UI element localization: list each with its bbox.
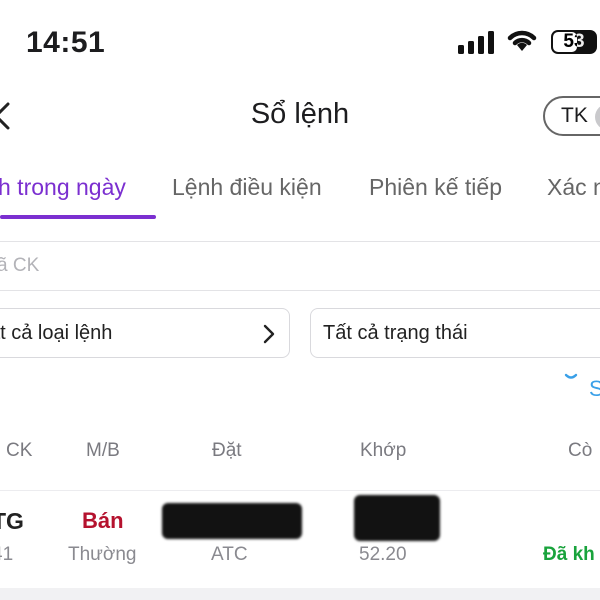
battery-level-text: 53: [563, 31, 585, 52]
tab-intraday[interactable]: h trong ngày: [0, 174, 126, 201]
tab-confirm[interactable]: Xác n: [547, 174, 600, 201]
row-price-type: ATC: [211, 544, 248, 565]
tab-conditional-orders[interactable]: Lệnh điều kiện: [172, 174, 322, 201]
account-toggle-button[interactable]: TK: [543, 96, 600, 136]
status-value: Tất cả trạng thái: [323, 322, 468, 344]
row-order-id: 41: [0, 544, 14, 565]
row-order-type: Thường: [68, 544, 137, 565]
row-side: Bán: [82, 508, 124, 533]
symbol-search-field: [0, 241, 600, 291]
chevron-right-icon: [263, 324, 275, 344]
order-book-screen: 14:51 53 Sổ lệnh TK h trong ngày Lệnh đi…: [0, 0, 600, 600]
column-remaining: Cò: [568, 440, 593, 461]
toggle-knob: [595, 104, 600, 130]
row-match-price: 52.20: [359, 544, 407, 565]
status-time: 14:51: [26, 26, 106, 59]
order-tabs: h trong ngày Lệnh điều kiện Phiên kế tiế…: [0, 164, 600, 219]
column-order-price: Đặt: [212, 440, 242, 461]
battery-icon: 53: [551, 30, 597, 54]
loading-spinner-icon: [564, 373, 578, 379]
redacted-order-price: [162, 503, 302, 539]
active-tab-indicator: [0, 215, 156, 219]
order-type-select[interactable]: ất cả loại lệnh: [0, 308, 290, 358]
row-status: Đã kh: [543, 544, 595, 565]
row-separator: [0, 588, 600, 600]
column-buy-sell: M/B: [86, 440, 120, 461]
status-bar: 14:51 53: [0, 0, 600, 84]
table-header: CK M/B Đặt Khớp Cò: [0, 440, 600, 470]
symbol-input[interactable]: [0, 242, 600, 290]
tab-next-session[interactable]: Phiên kế tiếp: [369, 174, 502, 201]
order-type-value: ất cả loại lệnh: [0, 322, 113, 344]
status-select[interactable]: Tất cả trạng thái: [310, 308, 600, 358]
redacted-match-quantity: [354, 495, 440, 541]
search-link[interactable]: S: [589, 376, 600, 402]
account-label: TK: [561, 104, 588, 127]
signal-icon: [458, 30, 494, 54]
page-title: Sổ lệnh: [250, 98, 350, 130]
column-matched: Khớp: [360, 440, 407, 461]
row-symbol: TG: [0, 508, 24, 534]
column-symbol: CK: [6, 440, 33, 461]
table-row[interactable]: TG 41 Bán Thường ATC 52.20 Đã kh: [0, 491, 600, 581]
wifi-icon: [507, 30, 537, 51]
